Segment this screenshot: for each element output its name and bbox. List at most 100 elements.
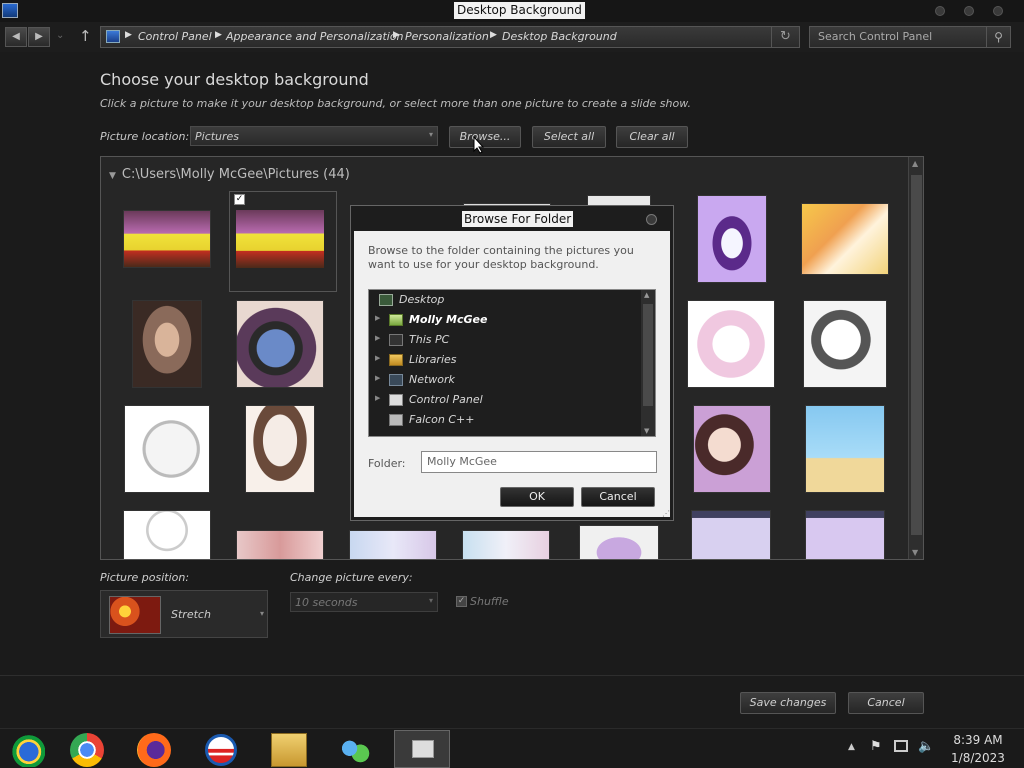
up-arrow-icon[interactable]: ↑ [79, 27, 92, 45]
picture-thumbnail[interactable] [123, 510, 211, 559]
back-button[interactable]: ◀ [5, 27, 27, 47]
file-explorer-icon[interactable] [271, 733, 307, 767]
network-people-icon[interactable] [337, 733, 373, 767]
window-title: Desktop Background [454, 2, 585, 19]
expand-arrow-icon[interactable]: ▶ [375, 334, 380, 342]
save-changes-button[interactable]: Save changes [740, 692, 836, 714]
close-button[interactable] [993, 6, 1003, 16]
libraries-icon [389, 354, 403, 366]
action-center-flag-icon[interactable]: ⚑ [870, 739, 882, 754]
folder-field[interactable]: Molly McGee [421, 451, 657, 473]
dialog-cancel-button[interactable]: Cancel [581, 487, 655, 507]
dialog-close-button[interactable] [646, 214, 657, 225]
scroll-down-icon[interactable]: ▼ [912, 548, 918, 557]
picture-thumbnail[interactable] [805, 510, 885, 559]
picture-thumbnail[interactable] [245, 405, 315, 493]
dropdown-chevron-icon: ▾ [428, 596, 433, 605]
breadcrumb-desktop-background[interactable]: Desktop Background [502, 30, 617, 43]
navigation-bar: ◀ ▶ ⌄ ↑ ▶ Control Panel ▶ Appearance and… [0, 22, 1024, 52]
scroll-up-icon[interactable]: ▲ [912, 159, 918, 168]
checkbox-checked-icon[interactable]: ✓ [234, 194, 245, 205]
scrollbar-thumb[interactable] [911, 175, 922, 535]
search-icon[interactable]: ⚲ [986, 27, 1010, 47]
clear-all-button[interactable]: Clear all [616, 126, 688, 148]
show-hidden-icons-icon[interactable]: ▲ [848, 742, 855, 752]
picture-thumbnail[interactable] [579, 525, 659, 559]
chrome-icon[interactable] [70, 733, 104, 767]
divider [0, 675, 1024, 676]
network-status-icon[interactable] [894, 740, 908, 752]
clock-time[interactable]: 8:39 AM [948, 733, 1008, 747]
tree-item-libraries[interactable]: ▶ Libraries [369, 350, 639, 370]
expand-arrow-icon[interactable]: ▶ [375, 314, 380, 322]
change-picture-label: Change picture every: [290, 571, 413, 584]
picture-thumbnail[interactable] [801, 203, 889, 275]
address-bar[interactable]: ▶ Control Panel ▶ Appearance and Persona… [100, 26, 800, 48]
control-panel-icon [106, 30, 120, 43]
picture-thumbnail[interactable] [123, 210, 211, 268]
dialog-description: Browse to the folder containing the pict… [368, 244, 634, 271]
firefox-icon[interactable] [137, 733, 171, 767]
breadcrumb-appearance[interactable]: Appearance and Personalization [226, 30, 404, 43]
breadcrumb-personalization[interactable]: Personalization [405, 30, 489, 43]
cancel-button[interactable]: Cancel [848, 692, 924, 714]
clock-date[interactable]: 1/8/2023 [946, 751, 1010, 765]
tree-item-this-pc[interactable]: ▶ This PC [369, 330, 639, 350]
grid-scrollbar[interactable]: ▲ ▼ [908, 157, 923, 559]
page-description: Click a picture to make it your desktop … [100, 97, 692, 110]
expand-arrow-icon[interactable]: ▶ [375, 374, 380, 382]
active-window-icon[interactable] [394, 730, 450, 768]
expand-arrow-icon[interactable]: ▶ [375, 394, 380, 402]
network-icon [389, 374, 403, 386]
scrollbar-thumb[interactable] [643, 304, 653, 406]
obama-logo-icon[interactable] [205, 734, 237, 766]
forward-button[interactable]: ▶ [28, 27, 50, 47]
maximize-button[interactable] [964, 6, 974, 16]
picture-thumbnail[interactable] [349, 530, 437, 559]
change-interval-select[interactable]: 10 seconds ▾ [290, 592, 438, 612]
search-input[interactable]: Search Control Panel ⚲ [809, 26, 1011, 48]
scroll-down-icon[interactable]: ▼ [644, 427, 649, 435]
tree-item-control-panel[interactable]: ▶ Control Panel [369, 390, 639, 410]
control-panel-icon[interactable] [9, 733, 45, 767]
folder-group-header[interactable]: ▼ C:\Users\Molly McGee\Pictures (44) [109, 167, 350, 182]
expand-arrow-icon[interactable]: ▶ [375, 354, 380, 362]
picture-thumbnail[interactable] [803, 300, 887, 388]
volume-icon[interactable]: 🔈 [918, 739, 934, 754]
folder-label: Folder: [368, 457, 406, 470]
page-title: Choose your desktop background [100, 70, 369, 89]
dialog-title-bar: Browse For Folder [354, 209, 670, 231]
picture-thumbnail[interactable] [124, 405, 210, 493]
dropdown-chevron-icon: ▾ [259, 609, 264, 618]
folder-tree[interactable]: Desktop ▶ Molly McGee ▶ This PC ▶ Librar… [368, 289, 656, 437]
picture-location-select[interactable]: Pictures ▾ [190, 126, 438, 146]
minimize-button[interactable] [935, 6, 945, 16]
picture-thumbnail[interactable] [236, 530, 324, 559]
picture-position-select[interactable]: Stretch ▾ [100, 590, 268, 638]
picture-thumbnail[interactable] [691, 510, 771, 559]
select-all-button[interactable]: Select all [532, 126, 606, 148]
breadcrumb-control-panel[interactable]: Control Panel [138, 30, 212, 43]
ok-button[interactable]: OK [500, 487, 574, 507]
tree-item-network[interactable]: ▶ Network [369, 370, 639, 390]
picture-thumbnail[interactable] [462, 530, 550, 559]
recent-pages-chevron-icon[interactable]: ⌄ [56, 30, 64, 41]
resize-grip-icon[interactable]: ⋰ [662, 509, 670, 518]
picture-thumbnail[interactable] [687, 300, 775, 388]
tree-item-falcon[interactable]: Falcon C++ [369, 410, 639, 430]
shuffle-checkbox[interactable]: ✓ [456, 596, 467, 607]
picture-thumbnail[interactable] [236, 300, 324, 388]
picture-thumbnail[interactable] [805, 405, 885, 493]
browse-for-folder-dialog: Browse For Folder Browse to the folder c… [351, 206, 673, 520]
picture-thumbnail[interactable] [693, 405, 771, 493]
browse-button[interactable]: Browse... [449, 126, 521, 148]
refresh-icon[interactable]: ↻ [771, 27, 799, 47]
picture-thumbnail[interactable] [697, 195, 767, 283]
picture-thumbnail-selected[interactable]: ✓ [229, 191, 337, 292]
tree-item-molly-mcgee[interactable]: ▶ Molly McGee [369, 310, 639, 330]
tree-item-desktop[interactable]: Desktop [369, 290, 639, 310]
picture-thumbnail[interactable] [132, 300, 202, 388]
mouse-cursor-icon [473, 136, 485, 154]
scroll-up-icon[interactable]: ▲ [644, 291, 649, 299]
tree-scrollbar[interactable]: ▲ ▼ [641, 290, 655, 436]
